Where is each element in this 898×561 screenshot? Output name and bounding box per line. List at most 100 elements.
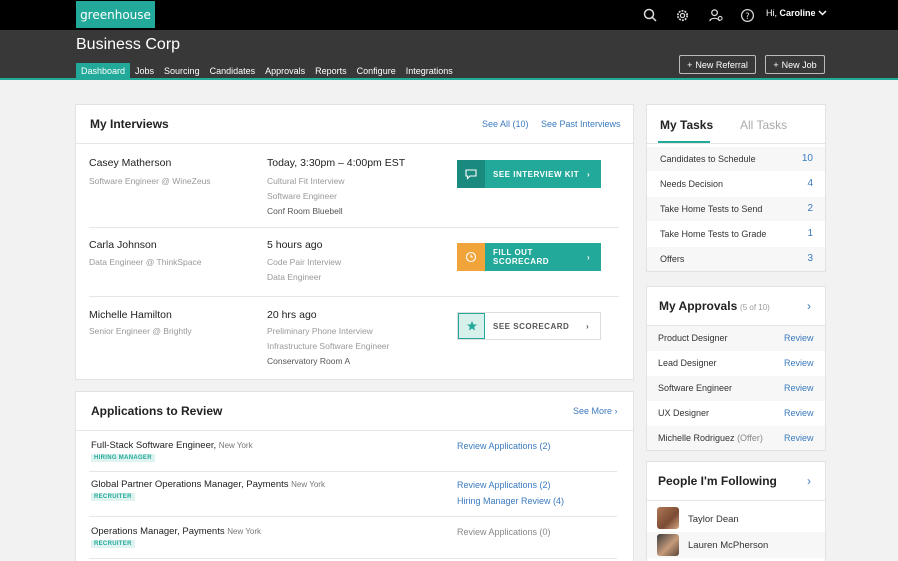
help-icon[interactable]: ? (738, 6, 756, 24)
my-interviews-title: My Interviews (90, 117, 169, 131)
chevron-right-icon: › (586, 321, 590, 331)
job-title: Global Partner Operations Manager, Payme… (91, 479, 289, 490)
person-name[interactable]: Taylor Dean (688, 514, 739, 525)
chevron-down-icon (818, 8, 827, 18)
task-label[interactable]: Needs Decision (660, 179, 723, 189)
approval-item: Software Engineer (658, 383, 732, 393)
review-link[interactable]: Review (784, 383, 814, 393)
hiring-manager-review-link[interactable]: Hiring Manager Review (4) (457, 496, 564, 506)
my-approvals-title: My Approvals (659, 299, 738, 313)
nav-candidates[interactable]: Candidates (205, 63, 261, 79)
nav-approvals[interactable]: Approvals (260, 63, 310, 79)
task-count[interactable]: 2 (793, 203, 813, 214)
approval-label: Product Designer (658, 333, 728, 343)
job-title: Operations Manager, Payments (91, 526, 225, 537)
greenhouse-logo[interactable]: greenhouse (76, 1, 155, 28)
review-applications-link[interactable]: Review Applications (0) (457, 527, 551, 537)
application-job[interactable]: Global Partner Operations Manager, Payme… (91, 479, 325, 490)
fill-out-scorecard-button[interactable]: FILL OUT SCORECARD › (457, 243, 601, 271)
candidate-name[interactable]: Michelle Hamilton (89, 309, 172, 321)
review-link[interactable]: Review (784, 333, 814, 343)
task-count[interactable]: 3 (793, 253, 813, 264)
see-more-link[interactable]: See More › (573, 406, 618, 416)
task-count[interactable]: 4 (793, 178, 813, 189)
review-applications-link[interactable]: Review Applications (2) (457, 441, 551, 451)
plus-icon: + (687, 59, 693, 70)
review-applications-link[interactable]: Review Applications (2) (457, 480, 551, 490)
chevron-right-icon[interactable]: › (807, 474, 811, 488)
see-interview-kit-button[interactable]: SEE INTERVIEW KIT › (457, 160, 601, 188)
divider (76, 143, 633, 144)
see-scorecard-label: SEE SCORECARD (493, 321, 570, 331)
task-label[interactable]: Offers (660, 254, 684, 264)
people-following-title[interactable]: People I'm Following (658, 474, 777, 488)
chevron-right-icon[interactable]: › (807, 299, 811, 313)
task-label[interactable]: Candidates to Schedule (660, 154, 756, 164)
candidate-role: Software Engineer @ WineZeus (89, 176, 211, 186)
recruiter-badge: RECRUITER (91, 540, 135, 548)
interview-time: Today, 3:30pm – 4:00pm EST (267, 157, 406, 169)
user-name: Caroline (779, 8, 816, 18)
top-bar: greenhouse ? Hi, Caroline (0, 0, 898, 30)
interview-job: Data Engineer (267, 272, 322, 282)
interview-type: Code Pair Interview (267, 257, 342, 267)
job-title: Full-Stack Software Engineer, (91, 440, 217, 451)
chevron-right-icon: › (614, 406, 618, 416)
nav-configure[interactable]: Configure (352, 63, 401, 79)
candidate-name[interactable]: Carla Johnson (89, 239, 157, 251)
plus-icon: + (773, 59, 779, 70)
new-job-button[interactable]: + New Job (765, 55, 825, 74)
tab-all-tasks[interactable]: All Tasks (740, 118, 787, 132)
company-name: Business Corp (76, 36, 181, 53)
my-interviews-card: My Interviews See All (10) See Past Inte… (75, 104, 634, 380)
avatar[interactable] (657, 534, 679, 556)
interview-type: Cultural Fit Interview (267, 176, 345, 186)
divider (76, 430, 633, 431)
new-referral-label: New Referral (695, 59, 748, 70)
user-menu[interactable]: Hi, Caroline (766, 8, 827, 18)
person-name[interactable]: Lauren McPherson (688, 540, 768, 551)
see-all-link[interactable]: See All (10) (482, 119, 529, 129)
review-link[interactable]: Review (784, 358, 814, 368)
svg-text:?: ? (745, 10, 749, 20)
application-job[interactable]: Full-Stack Software Engineer, New York (91, 440, 253, 451)
task-label[interactable]: Take Home Tests to Grade (660, 229, 766, 239)
see-past-interviews-link[interactable]: See Past Interviews (541, 119, 621, 129)
task-label[interactable]: Take Home Tests to Send (660, 204, 762, 214)
applications-to-review-card: Applications to Review See More › Full-S… (75, 391, 634, 561)
task-count[interactable]: 1 (793, 228, 813, 239)
fill-out-scorecard-label: FILL OUT SCORECARD (493, 248, 550, 266)
nav-reports[interactable]: Reports (310, 63, 352, 79)
job-location: New York (227, 527, 262, 536)
candidate-role: Data Engineer @ ThinkSpace (89, 257, 202, 267)
divider (89, 516, 617, 517)
see-scorecard-button[interactable]: SEE SCORECARD › (457, 312, 601, 340)
divider (89, 227, 619, 228)
my-approvals-card: My Approvals (5 of 10) › Product Designe… (646, 286, 826, 451)
new-referral-button[interactable]: + New Referral (679, 55, 756, 74)
nav-integrations[interactable]: Integrations (401, 63, 458, 79)
application-job[interactable]: Operations Manager, Payments New York (91, 526, 261, 537)
review-link[interactable]: Review (784, 408, 814, 418)
gear-icon[interactable] (673, 6, 691, 24)
nav-dashboard[interactable]: Dashboard (76, 63, 131, 79)
greeting-prefix: Hi, (766, 8, 777, 18)
task-count[interactable]: 10 (793, 153, 813, 164)
tab-my-tasks[interactable]: My Tasks (660, 118, 713, 132)
approval-item: Michelle Rodriguez (Offer) (658, 433, 763, 443)
new-job-label: New Job (781, 59, 817, 70)
review-link[interactable]: Review (784, 433, 814, 443)
avatar[interactable] (657, 507, 679, 529)
my-approvals-header[interactable]: My Approvals (5 of 10) (659, 299, 770, 313)
approval-item: Product Designer (658, 333, 728, 343)
approval-label: Michelle Rodriguez (658, 433, 735, 443)
my-tasks-card: My Tasks All Tasks Candidates to Schedul… (646, 104, 826, 272)
candidate-name[interactable]: Casey Matherson (89, 157, 171, 169)
people-following-card: People I'm Following › Taylor Dean Laure… (646, 461, 826, 561)
interview-job: Software Engineer (267, 191, 337, 201)
interview-job: Infrastructure Software Engineer (267, 341, 390, 351)
people-icon[interactable] (706, 6, 724, 24)
nav-jobs[interactable]: Jobs (130, 63, 159, 79)
nav-sourcing[interactable]: Sourcing (159, 63, 205, 79)
search-icon[interactable] (641, 6, 659, 24)
